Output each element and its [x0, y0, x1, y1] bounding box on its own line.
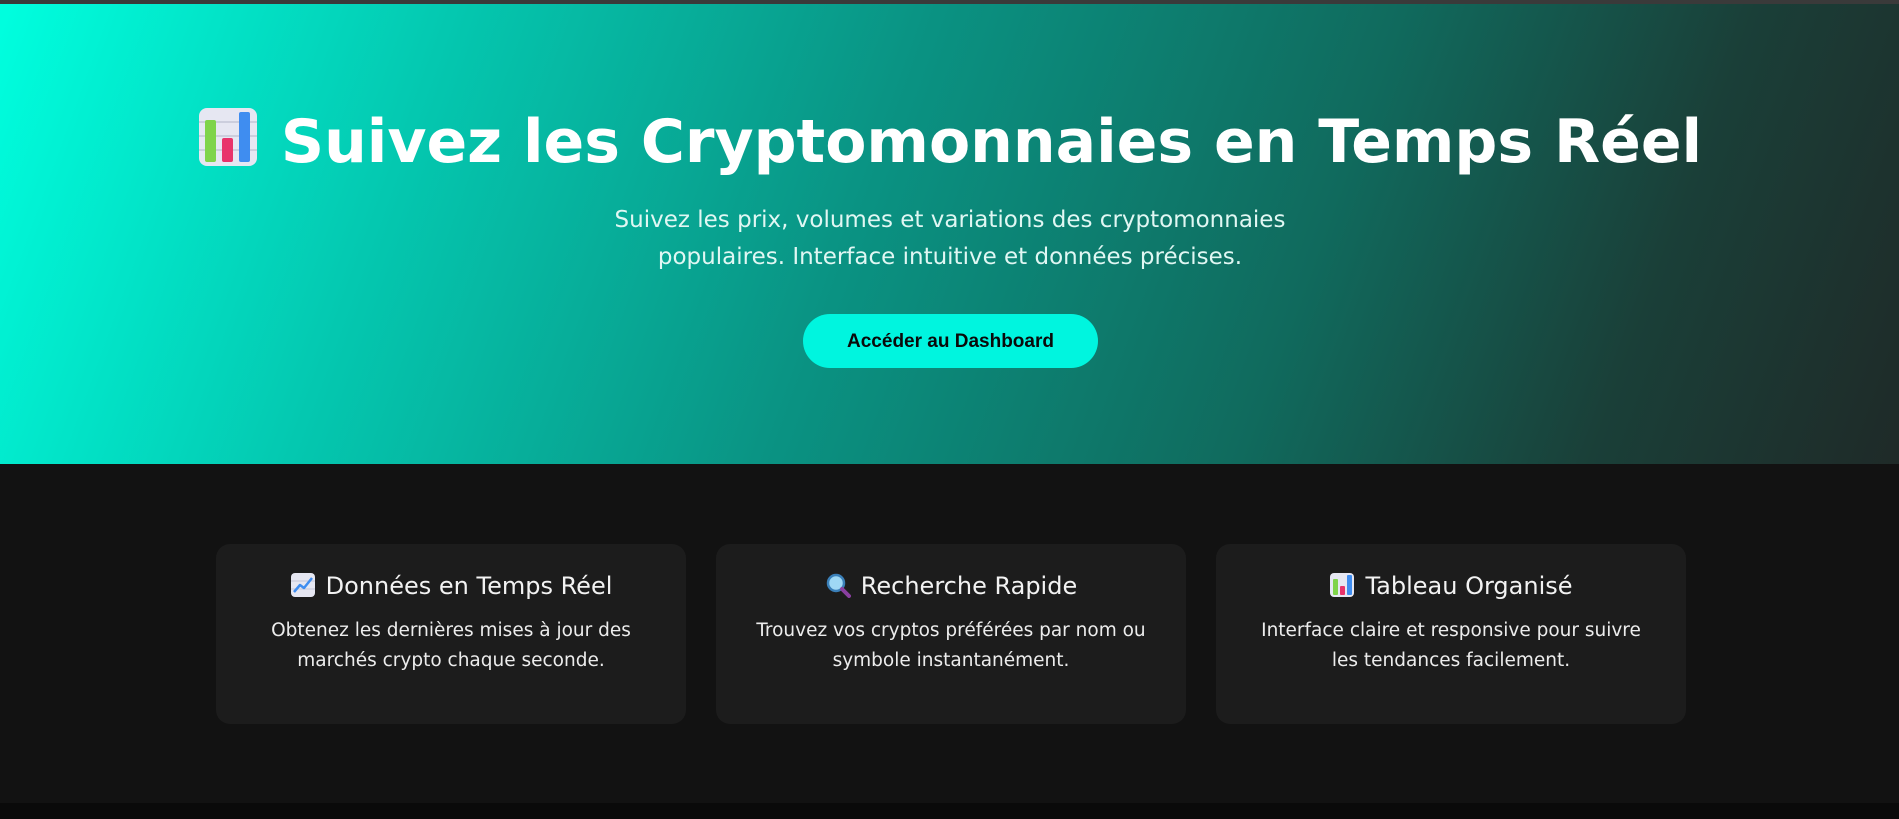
page-bottom-strip — [0, 803, 1899, 819]
hero-title-text: Suivez les Cryptomonnaies en Temps Réel — [280, 107, 1703, 177]
feature-card-title: Données en Temps Réel — [216, 570, 686, 602]
feature-card-table: Tableau Organisé Interface claire et res… — [1216, 544, 1686, 724]
hero-section: Suivez les Cryptomonnaies en Temps Réel … — [0, 4, 1899, 464]
feature-card-realtime: Données en Temps Réel Obtenez les derniè… — [216, 544, 686, 724]
feature-card-title: Recherche Rapide — [716, 570, 1186, 602]
feature-title-text: Tableau Organisé — [1365, 572, 1573, 600]
feature-card-description: Trouvez vos cryptos préférées par nom ou… — [756, 620, 1146, 671]
magnifying-glass-emoji-icon — [826, 573, 851, 598]
feature-card-description: Obtenez les dernières mises à jour des m… — [271, 620, 631, 671]
feature-title-text: Données en Temps Réel — [325, 572, 613, 600]
feature-card-search: Recherche Rapide Trouvez vos cryptos pré… — [716, 544, 1186, 724]
feature-title-text: Recherche Rapide — [860, 572, 1078, 600]
feature-card-description: Interface claire et responsive pour suiv… — [1261, 620, 1641, 671]
features-section: Données en Temps Réel Obtenez les derniè… — [0, 464, 1899, 803]
feature-card-title: Tableau Organisé — [1216, 570, 1686, 602]
hero-subtitle: Suivez les prix, volumes et variations d… — [614, 207, 1286, 270]
bar-chart-emoji-icon — [198, 108, 257, 166]
hero-title: Suivez les Cryptomonnaies en Temps Réel — [0, 102, 1899, 182]
dashboard-button[interactable]: Accéder au Dashboard — [803, 314, 1098, 368]
bar-chart-emoji-icon — [1330, 573, 1355, 597]
chart-increasing-emoji-icon — [290, 573, 315, 597]
